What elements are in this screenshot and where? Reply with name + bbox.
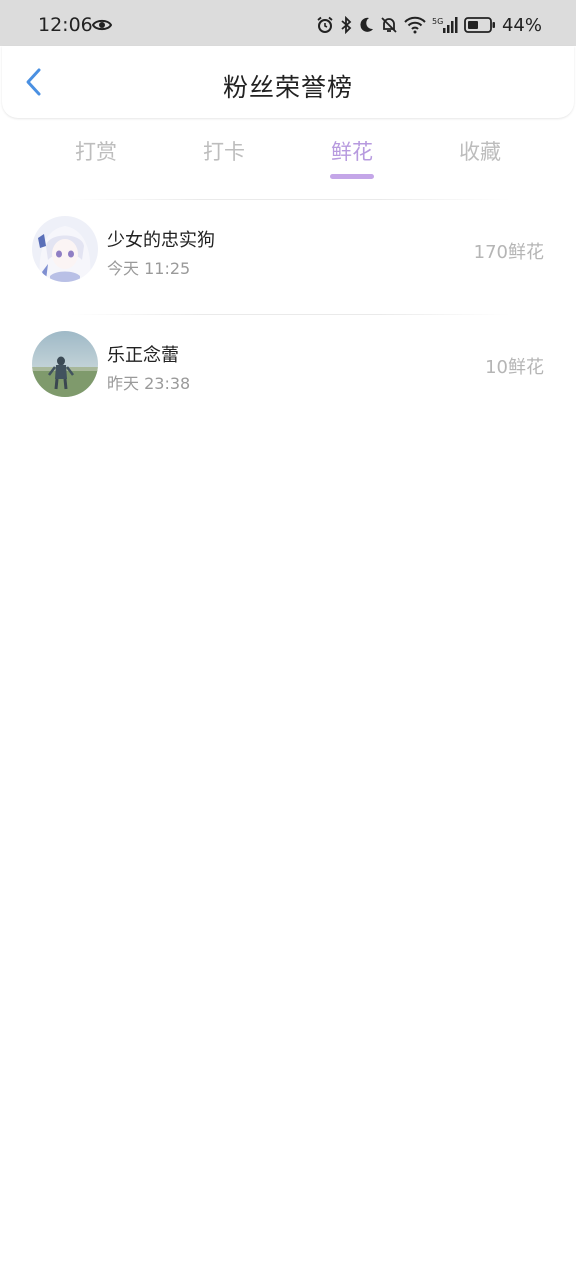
tab-bar: 打赏 打卡 鲜花 收藏 [0,130,576,186]
list-item[interactable]: 乐正念蕾 昨天 23:38 10鲜花 [0,317,576,417]
tab-checkin[interactable]: 打卡 [184,136,264,166]
status-icons: 5G 44% [316,14,542,36]
moon-icon [360,17,373,32]
status-time: 12:06 [38,14,93,36]
svg-text:5G: 5G [432,17,443,26]
tab-flowers[interactable]: 鲜花 [312,136,392,166]
eye-icon [92,19,112,31]
alarm-icon [317,16,333,33]
tab-reward[interactable]: 打赏 [56,136,136,166]
user-name: 乐正念蕾 [107,345,179,366]
wifi-icon [404,16,426,34]
divider [70,314,510,315]
avatar-image [32,216,98,282]
bluetooth-icon [341,16,352,34]
timestamp: 昨天 23:38 [107,374,191,393]
user-name: 少女的忠实狗 [107,230,215,251]
tab-active-indicator [330,174,374,179]
page-title: 粉丝荣誉榜 [222,73,353,102]
avatar-image [32,331,98,397]
flower-count: 10鲜花 [485,357,544,378]
nav-header: 粉丝荣誉榜 [2,46,574,118]
battery-icon [464,17,495,33]
tab-favorites[interactable]: 收藏 [440,136,520,166]
status-bar: 12:06 5G 44% [0,0,576,46]
timestamp: 今天 11:25 [107,259,191,278]
cellular-signal-icon: 5G [432,17,458,33]
mute-bell-icon [381,17,397,33]
battery-percent: 44% [501,14,542,36]
avatar[interactable] [32,216,98,282]
divider [70,199,510,200]
avatar[interactable] [32,331,98,397]
flower-count: 170鲜花 [473,242,544,263]
list-item[interactable]: 少女的忠实狗 今天 11:25 170鲜花 [0,202,576,302]
